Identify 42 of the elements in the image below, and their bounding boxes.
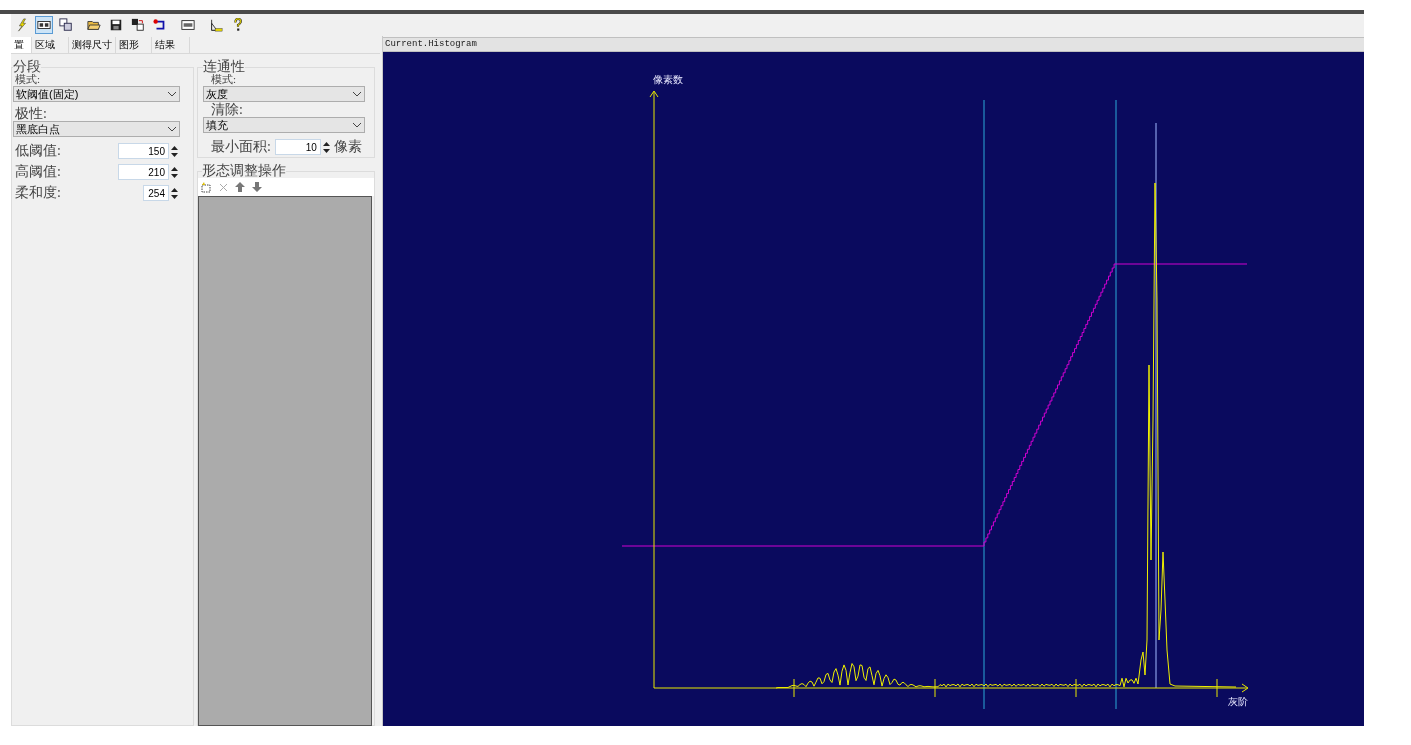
chevron-down-icon	[352, 122, 362, 128]
lightning-icon	[15, 18, 29, 32]
axis-label: 像素数	[653, 74, 683, 85]
number-field[interactable]: 254	[143, 185, 169, 201]
tab[interactable]: 图形	[116, 37, 152, 53]
field-label: 高阈值:	[14, 165, 61, 179]
unit-label: 像素	[333, 140, 362, 154]
field-label: 最小面积:	[211, 140, 271, 154]
dropdown[interactable]: 填充	[203, 117, 365, 133]
triangle-ruler-icon	[209, 18, 223, 32]
tab[interactable]: 置	[11, 37, 32, 53]
new-item-icon[interactable]	[201, 181, 212, 193]
dropdown[interactable]: 灰度	[203, 86, 365, 102]
folder-icon	[87, 18, 101, 32]
field-label: 模式:	[211, 74, 237, 85]
number-field[interactable]: 10	[274, 139, 321, 155]
save-icon	[109, 18, 123, 32]
tab[interactable]: 区域	[32, 37, 69, 53]
tab[interactable]: 结果	[152, 37, 190, 53]
group-title: 分段	[13, 60, 41, 74]
down-arrow-icon[interactable]	[252, 182, 262, 192]
help-icon	[231, 18, 245, 32]
chevron-down-icon	[352, 91, 362, 97]
copy-button[interactable]	[57, 16, 75, 34]
chevron-down-icon	[167, 91, 177, 97]
number-field[interactable]: 210	[118, 164, 169, 180]
field-label: 柔和度:	[14, 186, 61, 200]
dropdown[interactable]: 黑底白点	[13, 121, 180, 137]
number-field[interactable]: 150	[118, 143, 169, 159]
axis-label: 灰阶	[1228, 696, 1248, 707]
field-label: 低阈值:	[14, 144, 61, 158]
chevron-down-icon	[167, 126, 177, 132]
tab[interactable]: 测得尺寸	[69, 37, 116, 53]
group-title: 连通性	[203, 60, 245, 74]
group-title: 形态调整操作	[202, 164, 286, 178]
copy-icon	[59, 18, 73, 32]
field-label: 模式:	[15, 74, 41, 85]
panel-title: Current.Histogram	[385, 40, 477, 49]
up-arrow-icon[interactable]	[235, 182, 245, 192]
field-label: 清除:	[211, 103, 243, 117]
dropdown[interactable]: 软阈值(固定)	[13, 86, 180, 102]
field-label: 极性:	[15, 107, 47, 121]
